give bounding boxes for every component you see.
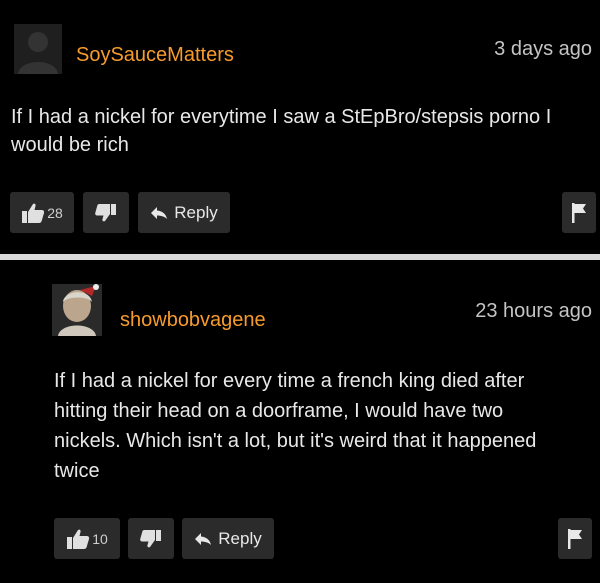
reply-button[interactable]: Reply <box>138 192 230 233</box>
user-photo-icon <box>52 284 102 336</box>
like-button[interactable]: 28 <box>10 192 74 233</box>
avatar[interactable] <box>14 24 62 74</box>
avatar[interactable] <box>52 284 102 336</box>
timestamp: 3 days ago <box>494 38 592 60</box>
flag-icon <box>572 202 586 223</box>
user-silhouette-icon <box>14 24 62 74</box>
username[interactable]: showbobvagene <box>120 309 266 332</box>
reply-label: Reply <box>218 528 262 548</box>
flag-icon <box>568 528 582 549</box>
flag-button[interactable] <box>558 518 592 559</box>
comment-text: If I had a nickel for every time a frenc… <box>54 370 537 482</box>
dislike-button[interactable] <box>128 518 174 559</box>
thumbs-down-icon <box>95 203 116 221</box>
username[interactable]: SoySauceMatters <box>76 44 234 67</box>
timestamp: 23 hours ago <box>475 300 592 322</box>
like-count: 28 <box>47 204 63 221</box>
flag-button[interactable] <box>562 192 596 233</box>
like-count: 10 <box>92 530 108 547</box>
comment-1: SoySauceMatters 3 days ago If I had a ni… <box>0 0 600 252</box>
thumbs-up-icon <box>22 203 45 223</box>
thumbs-down-icon <box>140 529 161 547</box>
comment-text: If I had a nickel for everytime I saw a … <box>11 106 552 156</box>
reply-arrow-icon <box>195 532 212 545</box>
reply-label: Reply <box>174 202 218 222</box>
divider <box>0 254 600 260</box>
reply-button[interactable]: Reply <box>182 518 274 559</box>
thumbs-up-icon <box>67 529 90 549</box>
like-button[interactable]: 10 <box>54 518 120 559</box>
comment-2: showbobvagene 23 hours ago If I had a ni… <box>0 262 600 583</box>
dislike-button[interactable] <box>83 192 129 233</box>
reply-arrow-icon <box>151 206 168 219</box>
